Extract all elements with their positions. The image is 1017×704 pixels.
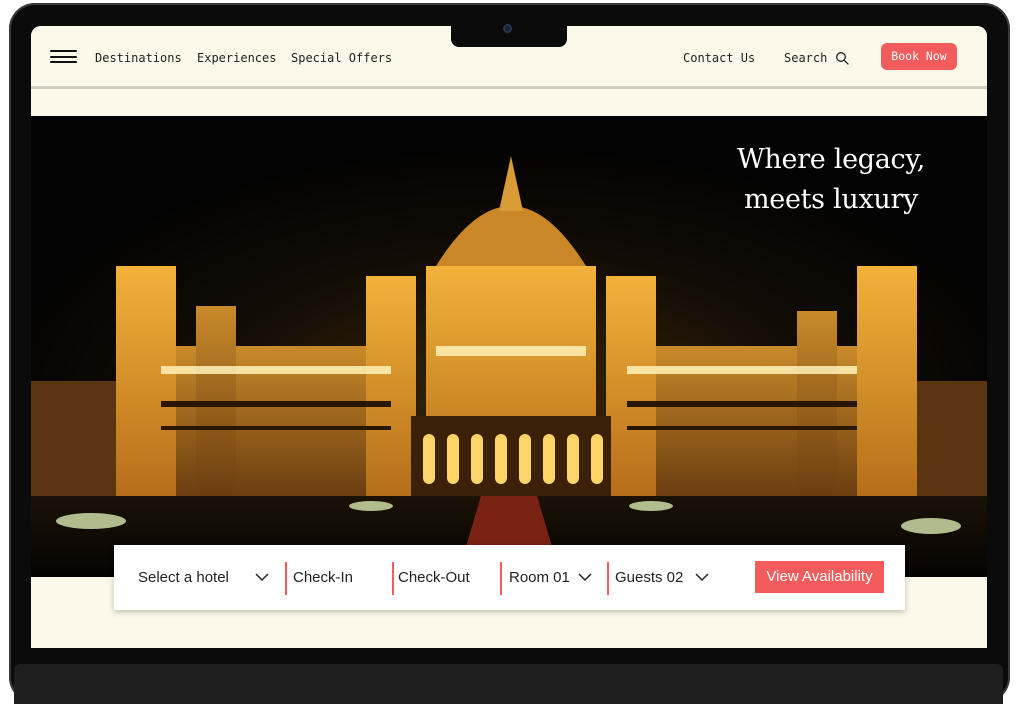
chevron-down-icon[interactable] [695, 572, 709, 582]
field-divider [500, 562, 502, 595]
field-divider [607, 562, 609, 595]
view-availability-button[interactable]: View Availability [755, 561, 884, 593]
field-divider [285, 562, 287, 595]
hamburger-menu-icon[interactable] [50, 50, 77, 64]
booking-bar: Select a hotel Check-In Check-Out Room 0… [114, 545, 905, 610]
room-select[interactable]: Room 01 [509, 545, 570, 610]
tagline-line-1: Where legacy, [736, 144, 926, 175]
hotel-select[interactable]: Select a hotel [138, 545, 229, 610]
tagline-line-2: meets luxury [743, 184, 919, 215]
nav-link-destinations[interactable]: Destinations [95, 51, 182, 65]
search-icon[interactable] [835, 51, 849, 65]
hero-tagline: Where legacy, meets luxury [711, 140, 951, 220]
chevron-down-icon[interactable] [255, 572, 269, 582]
nav-link-special-offers[interactable]: Special Offers [291, 51, 392, 65]
guests-select[interactable]: Guests 02 [615, 545, 683, 610]
hero-banner: Where legacy, meets luxury [31, 116, 987, 577]
nav-link-contact-us[interactable]: Contact Us [683, 51, 755, 65]
check-out-field[interactable]: Check-Out [398, 545, 470, 610]
nav-link-experiences[interactable]: Experiences [197, 51, 276, 65]
field-divider [392, 562, 394, 595]
book-now-button[interactable]: Book Now [881, 43, 957, 70]
laptop-base [14, 664, 1003, 704]
check-in-field[interactable]: Check-In [293, 545, 353, 610]
webcam-icon [503, 24, 512, 33]
chevron-down-icon[interactable] [578, 572, 592, 582]
search-link[interactable]: Search [784, 51, 827, 65]
